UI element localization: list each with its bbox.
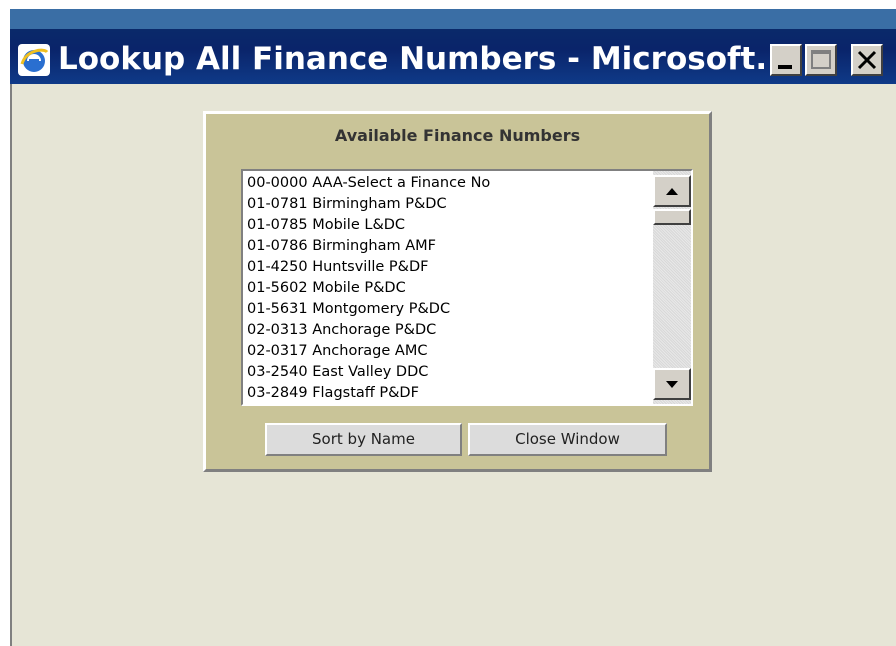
finance-number-listbox[interactable]: 00-0000 AAA-Select a Finance No 01-0781 …: [241, 169, 693, 406]
scroll-down-button[interactable]: [653, 368, 691, 400]
sort-by-name-button[interactable]: Sort by Name: [265, 423, 462, 456]
list-item[interactable]: 00-0000 AAA-Select a Finance No: [247, 173, 490, 194]
close-button[interactable]: [851, 44, 883, 76]
list-item[interactable]: 01-4250 Huntsville P&DF: [247, 257, 490, 278]
close-icon: [857, 50, 877, 70]
minimize-button[interactable]: [770, 44, 802, 76]
maximize-icon: [811, 50, 831, 69]
title-bar: Lookup All Finance Numbers - Microsoft..…: [10, 9, 896, 84]
arrow-down-icon: [666, 381, 678, 388]
arrow-up-icon: [666, 188, 678, 195]
maximize-button[interactable]: [805, 44, 837, 76]
popup-window: Lookup All Finance Numbers - Microsoft..…: [10, 9, 896, 646]
finance-panel: Available Finance Numbers 00-0000 AAA-Se…: [203, 111, 712, 472]
ie-icon: [16, 42, 52, 78]
minimize-icon: [778, 65, 792, 69]
title-bar-top-strip: [10, 9, 896, 29]
list-item[interactable]: 01-5631 Montgomery P&DC: [247, 299, 490, 320]
list-item[interactable]: 01-0786 Birmingham AMF: [247, 236, 490, 257]
list-item[interactable]: 02-0313 Anchorage P&DC: [247, 320, 490, 341]
list-item[interactable]: 01-5602 Mobile P&DC: [247, 278, 490, 299]
panel-title: Available Finance Numbers: [334, 126, 581, 145]
scroll-up-button[interactable]: [653, 175, 691, 207]
window-title: Lookup All Finance Numbers - Microsoft..…: [58, 41, 791, 77]
top-strip: [0, 0, 896, 9]
list-item[interactable]: 01-0781 Birmingham P&DC: [247, 194, 490, 215]
list-item[interactable]: 03-2849 Flagstaff P&DF: [247, 383, 490, 404]
close-window-button[interactable]: Close Window: [468, 423, 667, 456]
list-scrollbar[interactable]: [653, 171, 691, 404]
list-item[interactable]: 02-0317 Anchorage AMC: [247, 341, 490, 362]
scroll-thumb[interactable]: [653, 209, 691, 225]
list-item[interactable]: 03-2540 East Valley DDC: [247, 362, 490, 383]
client-area: Available Finance Numbers 00-0000 AAA-Se…: [10, 84, 896, 646]
list-item[interactable]: 01-0785 Mobile L&DC: [247, 215, 490, 236]
finance-number-list: 00-0000 AAA-Select a Finance No 01-0781 …: [247, 173, 490, 404]
